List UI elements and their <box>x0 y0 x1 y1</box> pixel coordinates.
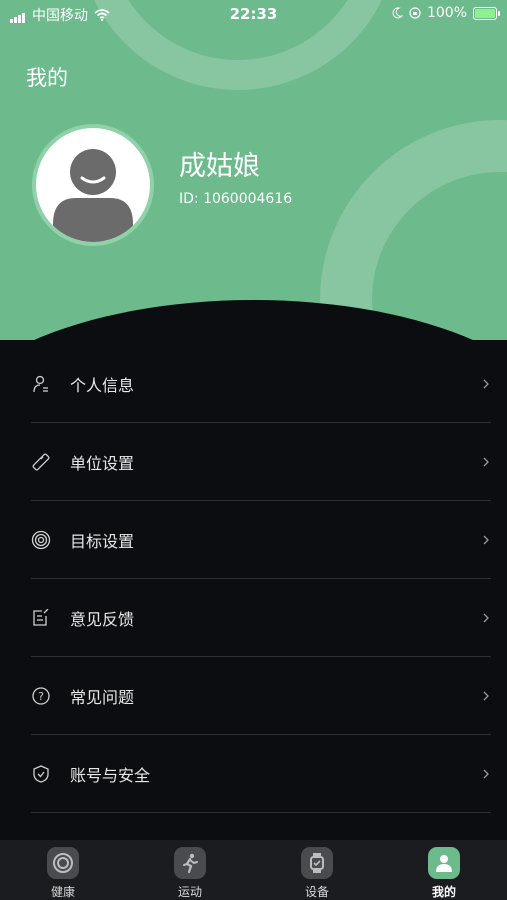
svg-text:?: ? <box>38 690 44 703</box>
feedback-icon <box>31 608 51 628</box>
battery-percent: 100% <box>426 5 467 21</box>
menu-item-faq[interactable]: ? 常见问题 <box>0 657 507 735</box>
tab-label: 健康 <box>50 885 75 899</box>
running-icon <box>174 847 206 879</box>
tab-devices[interactable]: 设备 <box>254 840 380 900</box>
settings-menu: 个人信息 单位设置 目标设置 意见反馈 ? 常见问题 账号与安全 <box>0 345 507 813</box>
tab-label: 运动 <box>177 885 202 899</box>
divider <box>31 812 491 813</box>
ring-icon <box>47 847 79 879</box>
tab-mine[interactable]: 我的 <box>381 840 507 900</box>
ruler-icon <box>31 452 51 472</box>
menu-item-label: 意见反馈 <box>70 610 135 629</box>
status-bar: 中国移动 22:33 100% <box>0 0 507 28</box>
orientation-lock-icon <box>409 7 421 19</box>
avatar[interactable] <box>32 124 154 246</box>
page-title: 我的 <box>26 66 68 90</box>
chevron-right-icon <box>483 379 489 389</box>
tab-label: 我的 <box>431 885 456 899</box>
watch-icon <box>301 847 333 879</box>
menu-item-label: 账号与安全 <box>70 766 151 785</box>
chevron-right-icon <box>483 769 489 779</box>
chevron-right-icon <box>483 535 489 545</box>
menu-item-account-security[interactable]: 账号与安全 <box>0 735 507 813</box>
moon-icon <box>392 7 403 19</box>
person-card-icon <box>31 374 51 394</box>
tab-label: 设备 <box>304 885 329 899</box>
target-icon <box>31 530 51 550</box>
question-icon: ? <box>31 686 51 706</box>
menu-item-label: 个人信息 <box>70 376 135 395</box>
menu-item-goal-settings[interactable]: 目标设置 <box>0 501 507 579</box>
tab-exercise[interactable]: 运动 <box>127 840 253 900</box>
menu-item-label: 单位设置 <box>70 454 135 473</box>
user-id: ID: 1060004616 <box>179 191 293 207</box>
username: 成姑娘 <box>179 151 260 182</box>
default-avatar-icon <box>53 149 133 242</box>
chevron-right-icon <box>483 457 489 467</box>
chevron-right-icon <box>483 691 489 701</box>
shield-icon <box>31 764 51 784</box>
menu-item-unit-settings[interactable]: 单位设置 <box>0 423 507 501</box>
chevron-right-icon <box>483 613 489 623</box>
menu-item-feedback[interactable]: 意见反馈 <box>0 579 507 657</box>
tab-bar: 健康 运动 设备 我的 <box>0 840 507 900</box>
menu-item-label: 目标设置 <box>70 532 135 551</box>
menu-item-personal-info[interactable]: 个人信息 <box>0 345 507 423</box>
battery-icon <box>473 6 500 20</box>
menu-item-label: 常见问题 <box>70 688 135 707</box>
person-icon <box>428 847 460 879</box>
tab-health[interactable]: 健康 <box>0 840 126 900</box>
